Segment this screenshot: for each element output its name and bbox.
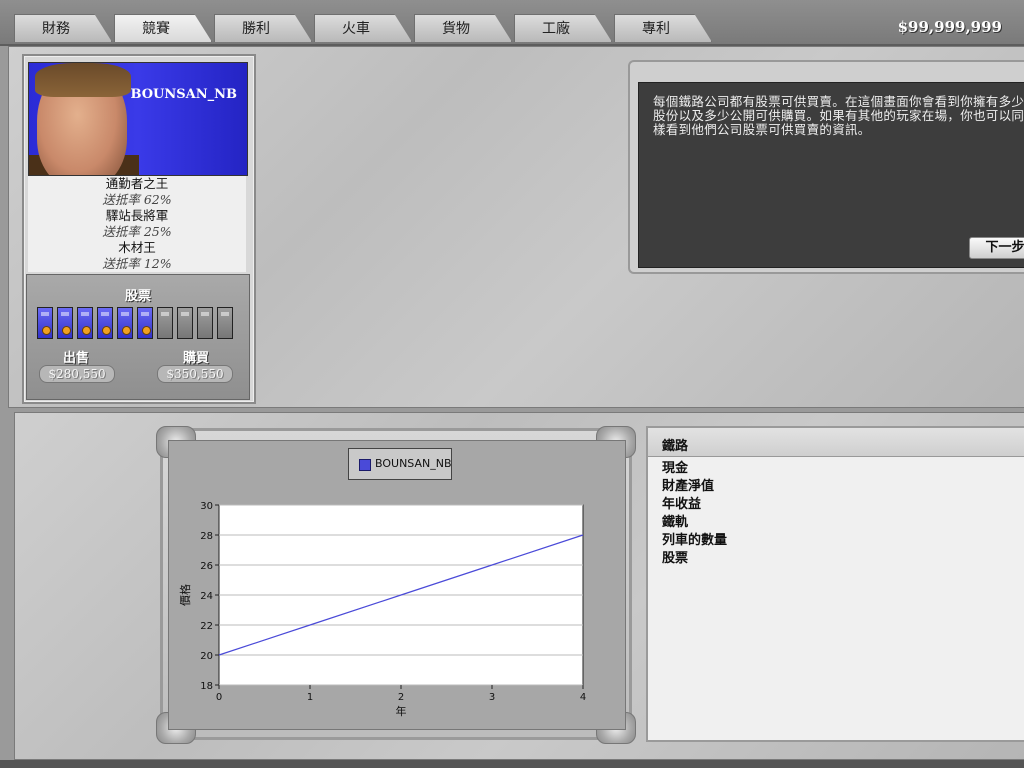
price-chart: 18 20 22 24 26 28 30 0 1 2 3 4 年 價格 xyxy=(178,501,586,718)
share-certificate-icon xyxy=(37,307,53,339)
x-tick-label: 1 xyxy=(307,692,313,703)
y-tick-label: 22 xyxy=(200,621,213,632)
y-tick-label: 26 xyxy=(200,561,213,572)
player-card: BOUNSAN_NB 通勤者之王 送抵率 62% 驛站長將軍 送抵率 25% 木… xyxy=(22,54,256,404)
share-certificate-icon xyxy=(57,307,73,339)
legend-swatch xyxy=(359,459,371,471)
tutorial-panel: 每個鐵路公司都有股票可供買賣。在這個畫面你會看到你擁有多少股份以及多少公開可供購… xyxy=(638,82,1024,268)
footer-strip xyxy=(0,760,1024,768)
info-row-track: 鐵軌 xyxy=(662,515,689,530)
x-tick-label: 3 xyxy=(489,692,495,703)
share-certificate-icon xyxy=(157,307,173,339)
legend-label: BOUNSAN_NB xyxy=(375,457,452,470)
next-button[interactable]: 下一步 xyxy=(969,237,1024,259)
title-1: 通勤者之王 xyxy=(105,176,169,191)
x-tick-label: 4 xyxy=(580,692,586,703)
railroad-info-panel: 鐵路 現金 財產淨值 年收益 鐵軌 列車的數量 股票 xyxy=(646,426,1024,742)
info-row-annual-income: 年收益 xyxy=(662,497,702,512)
x-tick-label: 2 xyxy=(398,692,404,703)
tab-finance[interactable]: 財務 xyxy=(14,14,112,42)
info-title: 鐵路 xyxy=(662,439,689,454)
player-titles: 通勤者之王 送抵率 62% 驛站長將軍 送抵率 25% 木材王 送抵率 12% xyxy=(28,176,246,272)
share-certificate-icon xyxy=(217,307,233,339)
info-row-stock: 股票 xyxy=(662,551,689,566)
share-certificate-icon xyxy=(97,307,113,339)
sell-stock-button[interactable]: $280,550 xyxy=(39,365,115,383)
money-display: $99,999,999 xyxy=(897,18,1002,36)
chart-area: 18 20 22 24 26 28 30 0 1 2 3 4 年 價格 xyxy=(168,440,626,730)
share-certificate-icon xyxy=(197,307,213,339)
tab-cargo[interactable]: 貨物 xyxy=(414,14,512,42)
tab-bar: 財務 競賽 勝利 火車 貨物 工廠 專利 $99,999,999 xyxy=(0,0,1024,46)
info-header: 鐵路 xyxy=(648,428,1024,457)
tab-trains[interactable]: 火車 xyxy=(314,14,412,42)
title-2-rate: 送抵率 25% xyxy=(102,224,172,239)
portrait-hair xyxy=(35,63,131,97)
title-3-rate: 送抵率 12% xyxy=(102,256,172,271)
player-name: BOUNSAN_NB xyxy=(130,87,237,102)
stock-title: 股票 xyxy=(124,289,151,304)
sell-label: 出售 xyxy=(63,351,90,366)
tab-competition[interactable]: 競賽 xyxy=(114,14,212,42)
info-row-net-worth: 財產淨值 xyxy=(662,479,715,494)
share-certificates xyxy=(37,307,237,341)
x-tick-label: 0 xyxy=(216,692,222,703)
title-3: 木材王 xyxy=(118,240,156,255)
tab-industry[interactable]: 工廠 xyxy=(514,14,612,42)
y-tick-label: 24 xyxy=(200,591,213,602)
stock-box: 股票 出售 購買 $280,550 $350,550 xyxy=(26,274,250,400)
share-certificate-icon xyxy=(77,307,93,339)
tab-patents[interactable]: 專利 xyxy=(614,14,712,42)
buy-label: 購買 xyxy=(183,351,210,366)
tutorial-box: 每個鐵路公司都有股票可供買賣。在這個畫面你會看到你擁有多少股份以及多少公開可供購… xyxy=(628,60,1024,274)
y-tick-label: 28 xyxy=(200,531,213,542)
tutorial-text: 每個鐵路公司都有股票可供買賣。在這個畫面你會看到你擁有多少股份以及多少公開可供購… xyxy=(653,94,1024,137)
tab-victory[interactable]: 勝利 xyxy=(214,14,312,42)
buy-stock-button[interactable]: $350,550 xyxy=(157,365,233,383)
info-row-cash: 現金 xyxy=(662,461,689,476)
y-axis-label: 價格 xyxy=(178,584,192,606)
info-row-train-count: 列車的數量 xyxy=(662,533,728,548)
share-certificate-icon xyxy=(117,307,133,339)
share-certificate-icon xyxy=(137,307,153,339)
y-tick-label: 30 xyxy=(200,501,213,512)
y-tick-label: 18 xyxy=(200,681,213,692)
title-2: 驛站長將軍 xyxy=(105,208,169,223)
y-tick-label: 20 xyxy=(200,651,213,662)
chart-legend: BOUNSAN_NB xyxy=(348,448,452,480)
player-portrait: BOUNSAN_NB xyxy=(28,62,248,176)
share-certificate-icon xyxy=(177,307,193,339)
x-axis-label: 年 xyxy=(396,704,407,718)
title-1-rate: 送抵率 62% xyxy=(102,192,172,207)
info-list: 現金 財產淨值 年收益 鐵軌 列車的數量 股票 xyxy=(662,460,727,568)
